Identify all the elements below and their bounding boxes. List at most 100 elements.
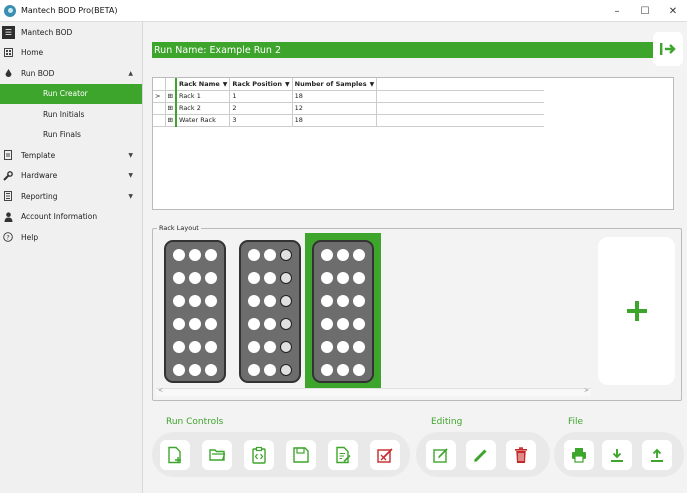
sidebar-item-home[interactable]: Home [0, 43, 142, 64]
scroll-right-arrow[interactable]: > [584, 387, 589, 394]
cell-rack-name[interactable]: Rack 1 [174, 89, 231, 103]
sample-position[interactable] [189, 295, 201, 307]
sidebar-item-mantech-bod[interactable]: ☰ Mantech BOD [0, 22, 142, 43]
sample-position[interactable] [353, 249, 365, 261]
sample-position[interactable] [337, 364, 349, 376]
sample-position[interactable] [173, 295, 185, 307]
add-rack-button[interactable] [598, 237, 675, 385]
sample-position[interactable] [248, 318, 260, 330]
column-header-rack-position[interactable]: Rack Position ▼ [229, 78, 293, 91]
sample-position[interactable] [337, 249, 349, 261]
sample-position[interactable] [337, 341, 349, 353]
rack-layout-scrollbar[interactable]: < > [156, 387, 591, 396]
empty-sample-position[interactable] [280, 364, 292, 376]
cell-rack-position[interactable]: 2 [229, 101, 293, 115]
sample-position[interactable] [264, 249, 276, 261]
row-expander-icon[interactable]: > [153, 89, 166, 103]
cell-number-of-samples[interactable]: 18 [291, 89, 378, 103]
sample-position[interactable] [189, 341, 201, 353]
table-row[interactable]: ⊞ Water Rack 3 18 [153, 113, 544, 127]
sample-position[interactable] [321, 364, 333, 376]
water-rack-tile[interactable] [312, 240, 374, 383]
sample-position[interactable] [353, 295, 365, 307]
filter-icon[interactable]: ▼ [285, 81, 290, 88]
sidebar-item-run-finals[interactable]: Run Finals [0, 125, 142, 146]
sample-position[interactable] [264, 364, 276, 376]
sample-position[interactable] [205, 364, 217, 376]
cell-rack-name[interactable]: Rack 2 [174, 101, 231, 115]
download-button[interactable] [602, 440, 632, 470]
exit-run-button[interactable] [653, 32, 683, 66]
column-header-rack-name[interactable]: Rack Name ▼ [174, 78, 231, 91]
sidebar-item-run-initials[interactable]: Run Initials [0, 104, 142, 125]
sample-position[interactable] [353, 364, 365, 376]
cell-rack-position[interactable]: 3 [229, 113, 293, 127]
edit-document-button[interactable] [328, 440, 358, 470]
sample-position[interactable] [189, 318, 201, 330]
sample-position[interactable] [173, 341, 185, 353]
sample-position[interactable] [205, 341, 217, 353]
rename-button[interactable] [466, 440, 496, 470]
sample-position[interactable] [173, 272, 185, 284]
sample-position[interactable] [353, 318, 365, 330]
sample-position[interactable] [321, 318, 333, 330]
sample-position[interactable] [205, 272, 217, 284]
maximize-button[interactable]: ☐ [631, 0, 659, 22]
expand-plus-icon[interactable]: ⊞ [164, 113, 177, 127]
new-run-button[interactable] [160, 440, 190, 470]
rack-2-tile[interactable] [239, 240, 301, 383]
close-button[interactable]: ✕ [659, 0, 687, 22]
empty-sample-position[interactable] [280, 318, 292, 330]
sample-position[interactable] [173, 364, 185, 376]
cell-rack-name[interactable]: Water Rack [174, 113, 231, 127]
expand-plus-icon[interactable]: ⊞ [164, 89, 177, 103]
sample-position[interactable] [205, 249, 217, 261]
sidebar-item-run-creator[interactable]: Run Creator [0, 83, 142, 104]
sample-position[interactable] [353, 341, 365, 353]
paste-run-button[interactable] [244, 440, 274, 470]
sample-position[interactable] [353, 272, 365, 284]
sample-position[interactable] [321, 341, 333, 353]
sample-position[interactable] [321, 249, 333, 261]
sample-position[interactable] [337, 318, 349, 330]
sample-position[interactable] [321, 295, 333, 307]
sample-position[interactable] [321, 272, 333, 284]
table-row[interactable]: > ⊞ Rack 1 1 18 [153, 89, 544, 103]
table-row[interactable]: ⊞ Rack 2 2 12 [153, 101, 544, 115]
sample-position[interactable] [205, 318, 217, 330]
sample-position[interactable] [264, 341, 276, 353]
sample-position[interactable] [189, 364, 201, 376]
sample-position[interactable] [337, 272, 349, 284]
save-run-button[interactable] [286, 440, 316, 470]
sample-position[interactable] [337, 295, 349, 307]
discard-run-button[interactable] [370, 440, 400, 470]
minimize-button[interactable]: – [603, 0, 631, 22]
delete-button[interactable] [506, 440, 536, 470]
row-expander-icon[interactable] [153, 113, 166, 127]
filter-icon[interactable]: ▼ [370, 81, 375, 88]
sample-position[interactable] [248, 272, 260, 284]
open-run-button[interactable] [202, 440, 232, 470]
sample-position[interactable] [248, 295, 260, 307]
empty-sample-position[interactable] [280, 295, 292, 307]
scroll-left-arrow[interactable]: < [158, 387, 163, 394]
cell-number-of-samples[interactable]: 18 [291, 113, 378, 127]
cell-rack-position[interactable]: 1 [229, 89, 293, 103]
print-button[interactable] [564, 440, 594, 470]
sidebar-item-template[interactable]: Template ▼ [0, 145, 142, 166]
column-header-number-of-samples[interactable]: Number of Samples ▼ [291, 78, 378, 91]
empty-sample-position[interactable] [280, 249, 292, 261]
sample-position[interactable] [264, 295, 276, 307]
sidebar-item-hardware[interactable]: Hardware ▼ [0, 166, 142, 187]
empty-sample-position[interactable] [280, 272, 292, 284]
sidebar-item-run-bod[interactable]: Run BOD ▲ [0, 63, 142, 84]
rack-1-tile[interactable] [164, 240, 226, 383]
filter-icon[interactable]: ▼ [223, 81, 228, 88]
sample-position[interactable] [189, 249, 201, 261]
sample-position[interactable] [205, 295, 217, 307]
expand-plus-icon[interactable]: ⊞ [164, 101, 177, 115]
sidebar-item-reporting[interactable]: Reporting ▼ [0, 186, 142, 207]
sidebar-item-account-information[interactable]: Account Information [0, 207, 142, 228]
sample-position[interactable] [173, 249, 185, 261]
empty-sample-position[interactable] [280, 341, 292, 353]
